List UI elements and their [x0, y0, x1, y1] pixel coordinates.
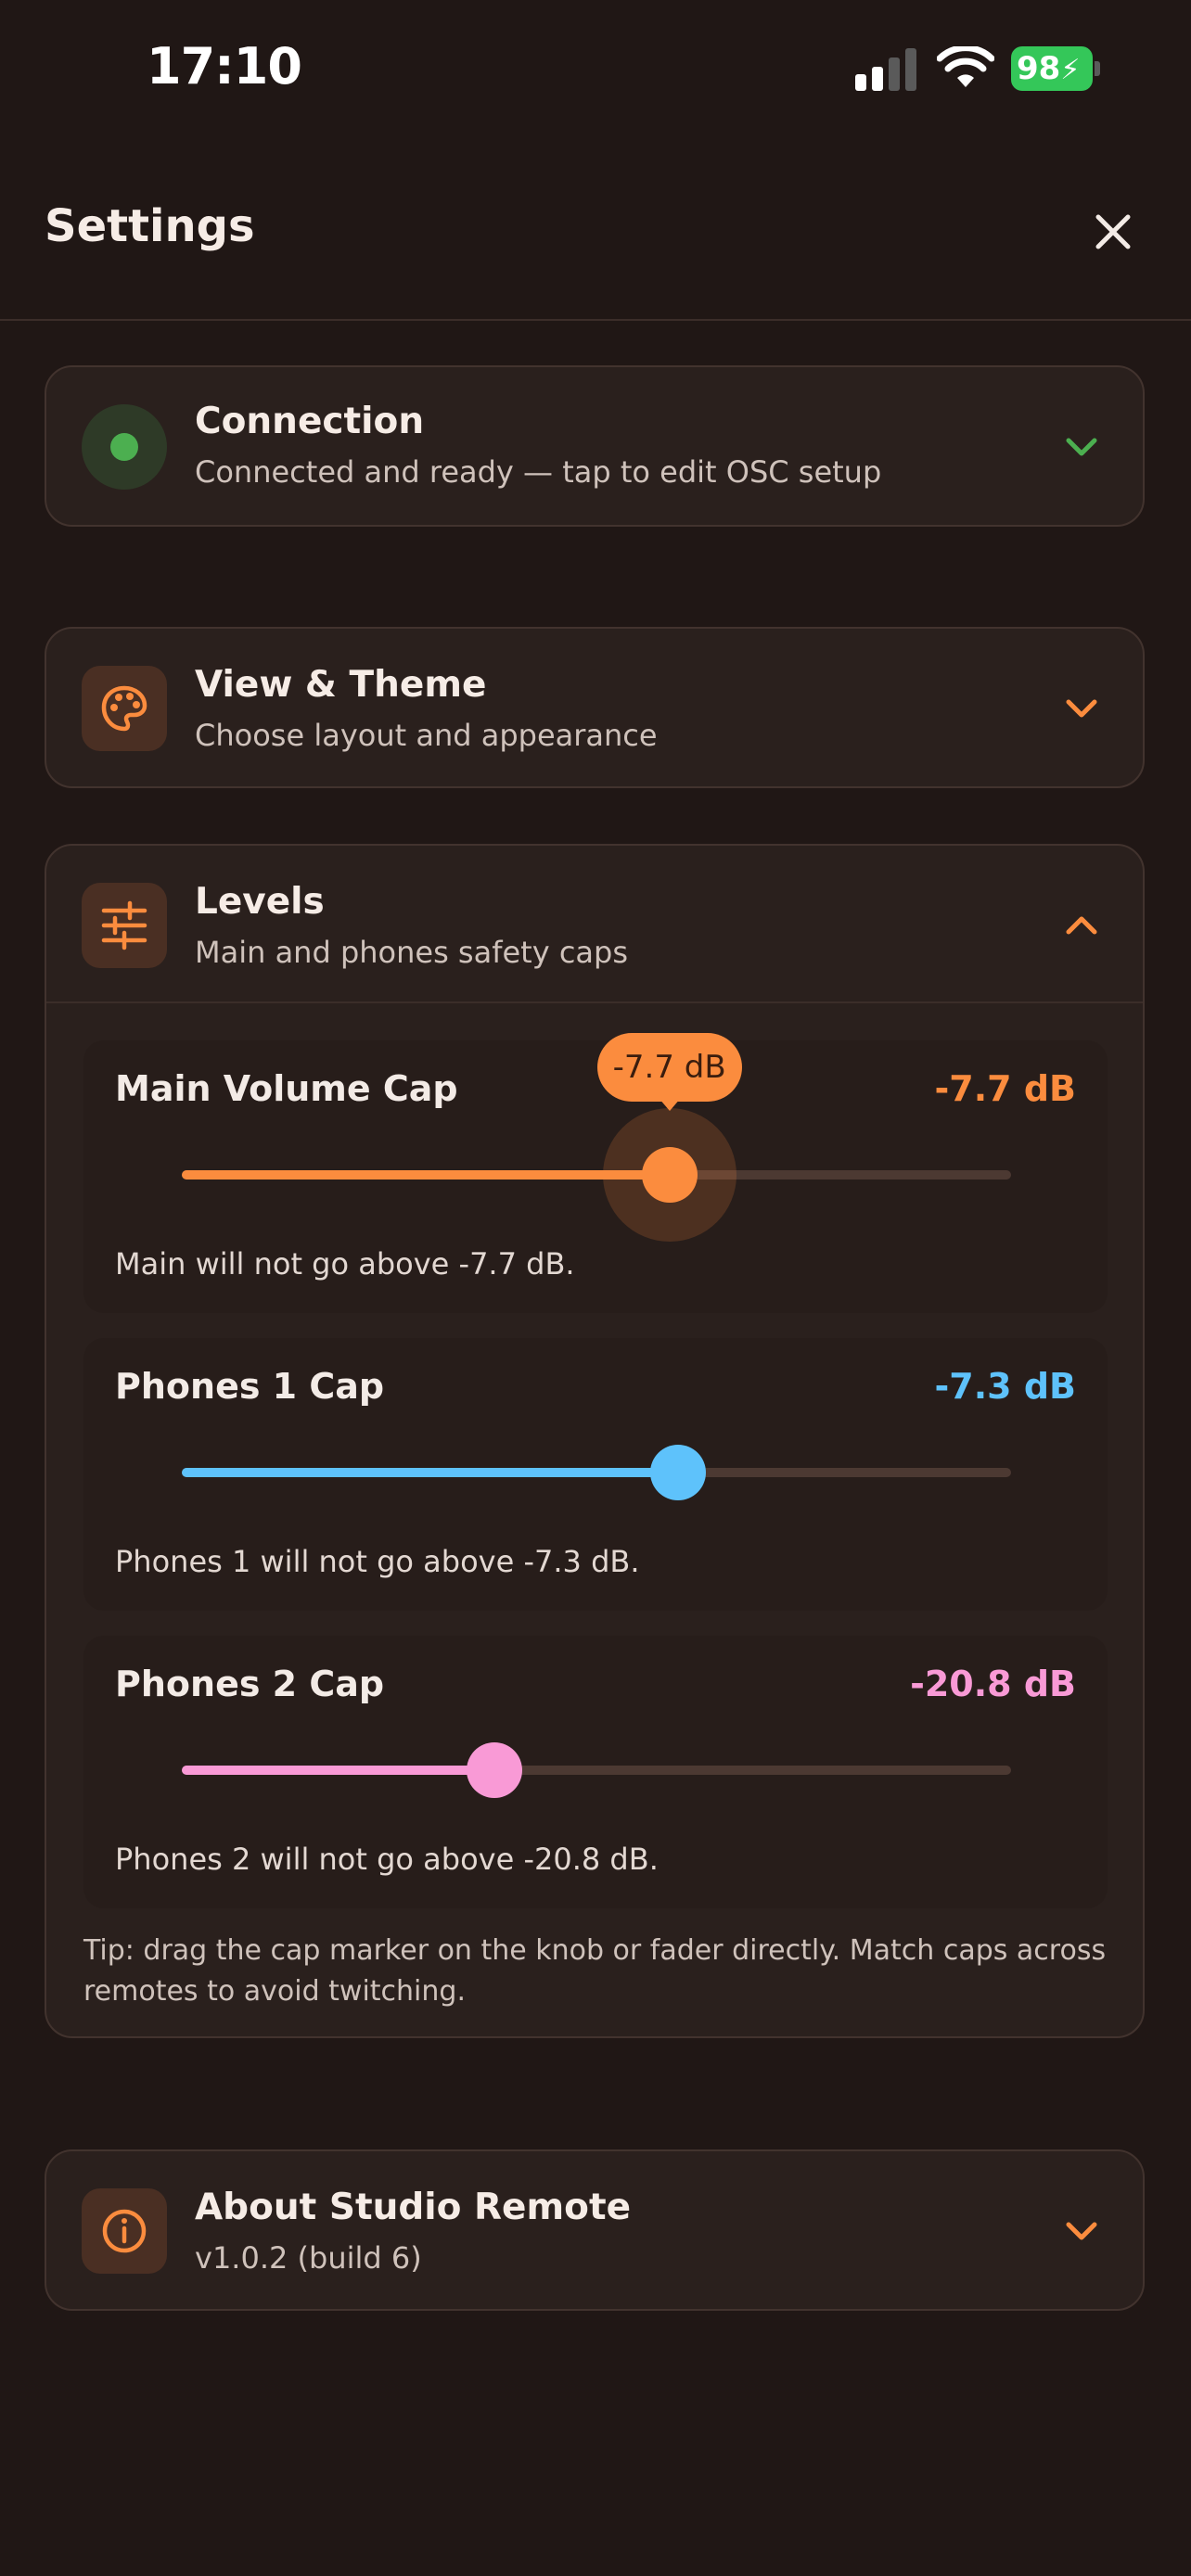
- levels-icon-tile: [82, 883, 167, 968]
- chevron-down-icon[interactable]: [1063, 692, 1100, 725]
- chevron-down-icon[interactable]: [1063, 430, 1100, 464]
- connection-status-badge: [82, 404, 167, 490]
- slider-value: -7.7 dB: [934, 1068, 1076, 1109]
- slider-track[interactable]: [182, 1445, 1011, 1500]
- slider-track[interactable]: [182, 1742, 1011, 1798]
- view-theme-icon-tile: [82, 666, 167, 751]
- levels-section: Levels Main and phones safety caps Main …: [45, 844, 1145, 2038]
- about-icon-tile: [82, 2188, 167, 2274]
- slider-note: Phones 1 will not go above -7.3 dB.: [115, 1544, 640, 1579]
- phones-2-cap-control: Phones 2 Cap -20.8 dB Phones 2 will not …: [83, 1636, 1108, 1908]
- phones-1-cap-control: Phones 1 Cap -7.3 dB Phones 1 will not g…: [83, 1338, 1108, 1611]
- slider-fill: [182, 1468, 678, 1477]
- levels-title: Levels: [195, 881, 325, 923]
- wifi-icon: [937, 46, 994, 87]
- battery-percent: 98: [1017, 50, 1061, 87]
- main-volume-cap-control: Main Volume Cap -7.7 dB -7.7 dB Main wil…: [83, 1033, 1108, 1313]
- about-subtitle: v1.0.2 (build 6): [195, 2240, 422, 2276]
- cellular-signal-icon: [855, 48, 916, 91]
- about-title: About Studio Remote: [195, 2187, 632, 2228]
- slider-note: Phones 2 will not go above -20.8 dB.: [115, 1842, 659, 1877]
- view-theme-section: View & Theme Choose layout and appearanc…: [45, 627, 1145, 788]
- value-tooltip-text: -7.7 dB: [612, 1049, 726, 1086]
- about-header[interactable]: About Studio Remote v1.0.2 (build 6): [46, 2151, 1143, 2309]
- battery-charging-icon: 98⚡: [1011, 46, 1100, 91]
- settings-header: Settings: [0, 139, 1191, 321]
- page-title: Settings: [45, 200, 255, 252]
- slider-fill: [182, 1170, 670, 1180]
- levels-header[interactable]: Levels Main and phones safety caps: [46, 846, 1143, 1003]
- slider-label: Phones 2 Cap: [115, 1664, 385, 1704]
- slider-thumb[interactable]: [641, 1147, 698, 1203]
- info-icon: [102, 2209, 147, 2253]
- view-theme-subtitle: Choose layout and appearance: [195, 718, 658, 753]
- chevron-down-icon[interactable]: [1063, 2214, 1100, 2248]
- slider-track[interactable]: -7.7 dB: [182, 1033, 1011, 1242]
- palette-icon: [101, 685, 147, 732]
- close-icon[interactable]: [1085, 204, 1141, 260]
- connection-subtitle: Connected and ready — tap to edit OSC se…: [195, 454, 882, 490]
- status-dot-icon: [110, 433, 138, 461]
- bolt-icon: ⚡: [1060, 54, 1081, 86]
- levels-tip: Tip: drag the cap marker on the knob or …: [83, 1934, 1107, 2008]
- battery-cap: [1095, 61, 1100, 76]
- view-theme-header[interactable]: View & Theme Choose layout and appearanc…: [46, 629, 1143, 786]
- value-tooltip: -7.7 dB: [596, 1033, 742, 1111]
- connection-section: Connection Connected and ready — tap to …: [45, 365, 1145, 527]
- slider-label: Main Volume Cap: [115, 1068, 458, 1109]
- sliders-icon: [101, 900, 147, 950]
- levels-subtitle: Main and phones safety caps: [195, 935, 628, 970]
- slider-thumb[interactable]: [649, 1445, 706, 1500]
- slider-value: -20.8 dB: [910, 1664, 1076, 1704]
- battery-level: 98⚡: [1017, 50, 1080, 87]
- about-section: About Studio Remote v1.0.2 (build 6): [45, 2149, 1145, 2311]
- status-bar: 17:10 98⚡: [0, 0, 1191, 139]
- slider-value: -7.3 dB: [934, 1366, 1076, 1407]
- slider-thumb[interactable]: [467, 1742, 523, 1798]
- status-time: 17:10: [147, 37, 302, 96]
- connection-header[interactable]: Connection Connected and ready — tap to …: [46, 367, 1143, 525]
- connection-title: Connection: [195, 401, 425, 442]
- levels-divider: [46, 1001, 1143, 1003]
- slider-note: Main will not go above -7.7 dB.: [115, 1246, 575, 1282]
- view-theme-title: View & Theme: [195, 664, 487, 706]
- value-tooltip-tail: [658, 1098, 681, 1111]
- chevron-up-icon[interactable]: [1063, 909, 1100, 942]
- slider-label: Phones 1 Cap: [115, 1366, 385, 1407]
- slider-fill: [182, 1766, 495, 1775]
